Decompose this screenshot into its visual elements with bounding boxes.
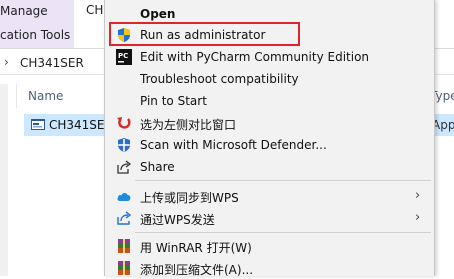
menu-item-scan-defender[interactable]: Scan with Microsoft Defender... bbox=[105, 134, 434, 156]
menu-item-edit-with-pycharm[interactable]: PC Edit with PyCharm Community Edition bbox=[105, 46, 434, 68]
winrar-icon bbox=[118, 261, 130, 275]
wps-send-icon bbox=[117, 211, 132, 225]
menu-item-pin-to-start[interactable]: Pin to Start bbox=[105, 90, 434, 112]
pycharm-icon: PC bbox=[116, 49, 132, 65]
menu-item-open-with-winrar[interactable]: 用 WinRAR 打开(W) bbox=[105, 235, 434, 257]
menu-item-wps-upload[interactable]: 上传或同步到WPS › bbox=[105, 185, 434, 207]
menu-item-compare-left[interactable]: 选为左侧对比窗口 bbox=[105, 112, 434, 134]
defender-shield-icon bbox=[118, 138, 130, 152]
tab-partial[interactable]: CH bbox=[86, 3, 103, 17]
file-type: App bbox=[432, 118, 454, 132]
menu-item-label: Open bbox=[140, 7, 176, 21]
tab-manage[interactable]: Manage bbox=[0, 0, 74, 22]
menu-separator bbox=[135, 232, 431, 233]
compare-arrow-icon bbox=[117, 117, 131, 129]
tab-manage-label: Manage bbox=[0, 4, 48, 18]
menu-item-label: 选为左侧对比窗口 bbox=[140, 118, 237, 132]
app-file-icon bbox=[31, 119, 45, 130]
menu-item-label: 用 WinRAR 打开(W) bbox=[140, 241, 252, 255]
menu-item-label: Share bbox=[140, 160, 175, 174]
menu-item-wps-send[interactable]: 通过WPS发送 › bbox=[105, 207, 434, 229]
menu-item-label: 通过WPS发送 bbox=[140, 213, 215, 227]
navigation-pane bbox=[0, 84, 8, 276]
menu-item-share[interactable]: Share bbox=[105, 156, 434, 178]
ribbon-subtab-label: cation Tools bbox=[0, 28, 71, 42]
ribbon-subtab[interactable]: cation Tools bbox=[0, 22, 74, 48]
wps-cloud-icon bbox=[117, 192, 131, 201]
chevron-right-icon: › bbox=[415, 188, 421, 203]
menu-item-troubleshoot-compatibility[interactable]: Troubleshoot compatibility bbox=[105, 68, 434, 90]
highlight-annotation bbox=[109, 22, 300, 46]
menu-item-label: Troubleshoot compatibility bbox=[140, 72, 299, 86]
menu-item-label: Edit with PyCharm Community Edition bbox=[140, 50, 370, 64]
chevron-right-icon: › bbox=[415, 210, 421, 225]
address-chevron-icon[interactable]: › bbox=[4, 55, 9, 69]
context-menu: Open Run as administrator PC Edit with P… bbox=[104, 0, 435, 277]
file-row[interactable]: CH341SER bbox=[24, 114, 113, 136]
column-header-name[interactable]: Name bbox=[28, 89, 63, 103]
address-path: CH341SER bbox=[20, 56, 84, 70]
menu-separator bbox=[135, 180, 431, 181]
menu-item-label: Scan with Microsoft Defender... bbox=[140, 138, 327, 152]
menu-item-label: 上传或同步到WPS bbox=[140, 191, 239, 205]
column-divider bbox=[16, 84, 17, 108]
menu-item-label: 添加到压缩文件(A)... bbox=[140, 263, 254, 277]
share-icon bbox=[117, 160, 132, 174]
svg-text:PC: PC bbox=[118, 52, 128, 60]
menu-item-label: Pin to Start bbox=[140, 94, 207, 108]
winrar-icon bbox=[118, 239, 130, 253]
